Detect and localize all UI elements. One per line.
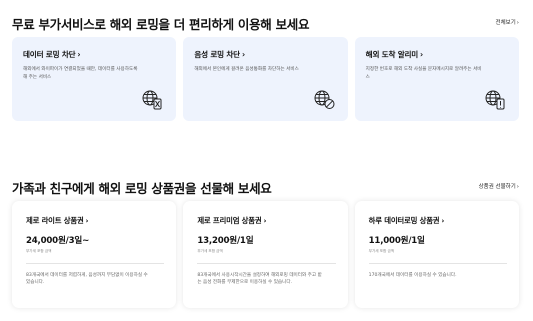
divider <box>26 263 165 264</box>
service-card-voice-roaming-block[interactable]: 음성 로밍 차단 › 해외에서 본인에게 걸려온 음성통화를 차단하는 서비스 <box>183 37 348 121</box>
gift-voucher-label: 상품권 선물하기 <box>478 184 516 190</box>
service-card-desc: 지정한 번호로 해외 도착 사실을 문자메시지로 알려주는 서비스 <box>365 67 482 80</box>
product-price: 11,000원/1일 <box>368 236 425 246</box>
products-header: 가족과 친구에게 해외 로밍 상품권을 선물해 보세요 상품권 선물하기› <box>12 178 519 196</box>
globe-alert-icon <box>485 90 505 110</box>
product-price: 13,200원/1일 <box>197 236 254 246</box>
service-card-data-roaming-block[interactable]: 데이터 로밍 차단 › 해외에서 와이파이가 연결되었을 때만, 데이터를 사용하… <box>12 37 177 121</box>
view-all-label: 전체보기 <box>495 20 516 26</box>
service-card-desc: 해외에서 와이파이가 연결되었을 때만, 데이터를 사용하도록 해 주는 서비스 <box>23 67 138 80</box>
service-card-title: 데이터 로밍 차단 <box>23 50 76 59</box>
service-card-list: 데이터 로밍 차단 › 해외에서 와이파이가 연결되었을 때만, 데이터를 사용하… <box>12 37 519 121</box>
product-card-zero-premium[interactable]: 제로 프리미엄 상품권 › 13,200원/1일 부가세 포함 금액 83개국에서… <box>183 201 348 308</box>
product-vat-note: 부가세 포함 금액 <box>197 249 223 253</box>
chevron-right-icon: › <box>77 50 81 59</box>
divider <box>197 263 336 264</box>
chevron-right-icon: › <box>241 50 245 59</box>
product-name: 제로 라이트 상품권 <box>26 216 84 225</box>
chevron-right-icon: › <box>85 216 89 225</box>
chevron-right-icon: › <box>516 184 519 190</box>
chevron-right-icon: › <box>420 50 423 59</box>
services-title: 무료 부가서비스로 해외 로밍을 더 편리하게 이용해 보세요 <box>12 17 310 32</box>
product-name: 하루 데이터로밍 상품권 <box>368 216 440 225</box>
product-vat-note: 부가세 포함 금액 <box>26 249 52 253</box>
globe-block-voice-icon <box>314 90 335 109</box>
chevron-right-icon: › <box>516 20 519 26</box>
products-title: 가족과 친구에게 해외 로밍 상품권을 선물해 보세요 <box>12 181 272 196</box>
products-section: 가족과 친구에게 해외 로밍 상품권을 선물해 보세요 상품권 선물하기› 제로… <box>0 170 533 321</box>
services-header: 무료 부가서비스로 해외 로밍을 더 편리하게 이용해 보세요 전체보기› <box>12 14 519 32</box>
services-section: 무료 부가서비스로 해외 로밍을 더 편리하게 이용해 보세요 전체보기› 데이… <box>0 0 533 125</box>
service-card-arrival-alert[interactable]: 해외 도착 알리미 › 지정한 번호로 해외 도착 사실을 문자메시지로 알려주는… <box>354 37 519 121</box>
product-card-daily-data[interactable]: 하루 데이터로밍 상품권 › 11,000원/1일 부가세 포함 금액 170개국… <box>354 201 519 308</box>
product-card-zero-lite[interactable]: 제로 라이트 상품권 › 24,000원/3일~ 부가세 포함 금액 83개국에서… <box>12 201 177 308</box>
service-card-title: 음성 로밍 차단 <box>194 50 240 59</box>
globe-block-data-icon <box>142 90 162 110</box>
view-all-link[interactable]: 전체보기› <box>496 18 519 26</box>
product-card-list: 제로 라이트 상품권 › 24,000원/3일~ 부가세 포함 금액 83개국에서… <box>12 201 519 308</box>
service-card-title: 해외 도착 알리미 <box>365 50 419 59</box>
product-vat-note: 부가세 포함 금액 <box>368 249 395 253</box>
product-desc: 170개국에서 데이터를 이용하실 수 있습니다. <box>368 273 457 278</box>
gift-voucher-link[interactable]: 상품권 선물하기› <box>479 182 519 190</box>
product-price: 24,000원/3일~ <box>26 236 90 246</box>
product-name: 제로 프리미엄 상품권 <box>197 216 262 225</box>
chevron-right-icon: › <box>263 216 267 225</box>
product-desc: 83개국에서 사용시작시간을 설정하여 해외로밍 데이터와 주고 받는 음성 전… <box>197 273 322 285</box>
service-card-desc: 해외에서 본인에게 걸려온 음성통화를 차단하는 서비스 <box>194 67 299 72</box>
divider <box>368 263 507 264</box>
product-desc: 83개국에서 데이터를 저렴하게, 음성까지 부담없이 이용하실 수 있습니다. <box>26 273 148 285</box>
chevron-right-icon: › <box>441 216 445 225</box>
